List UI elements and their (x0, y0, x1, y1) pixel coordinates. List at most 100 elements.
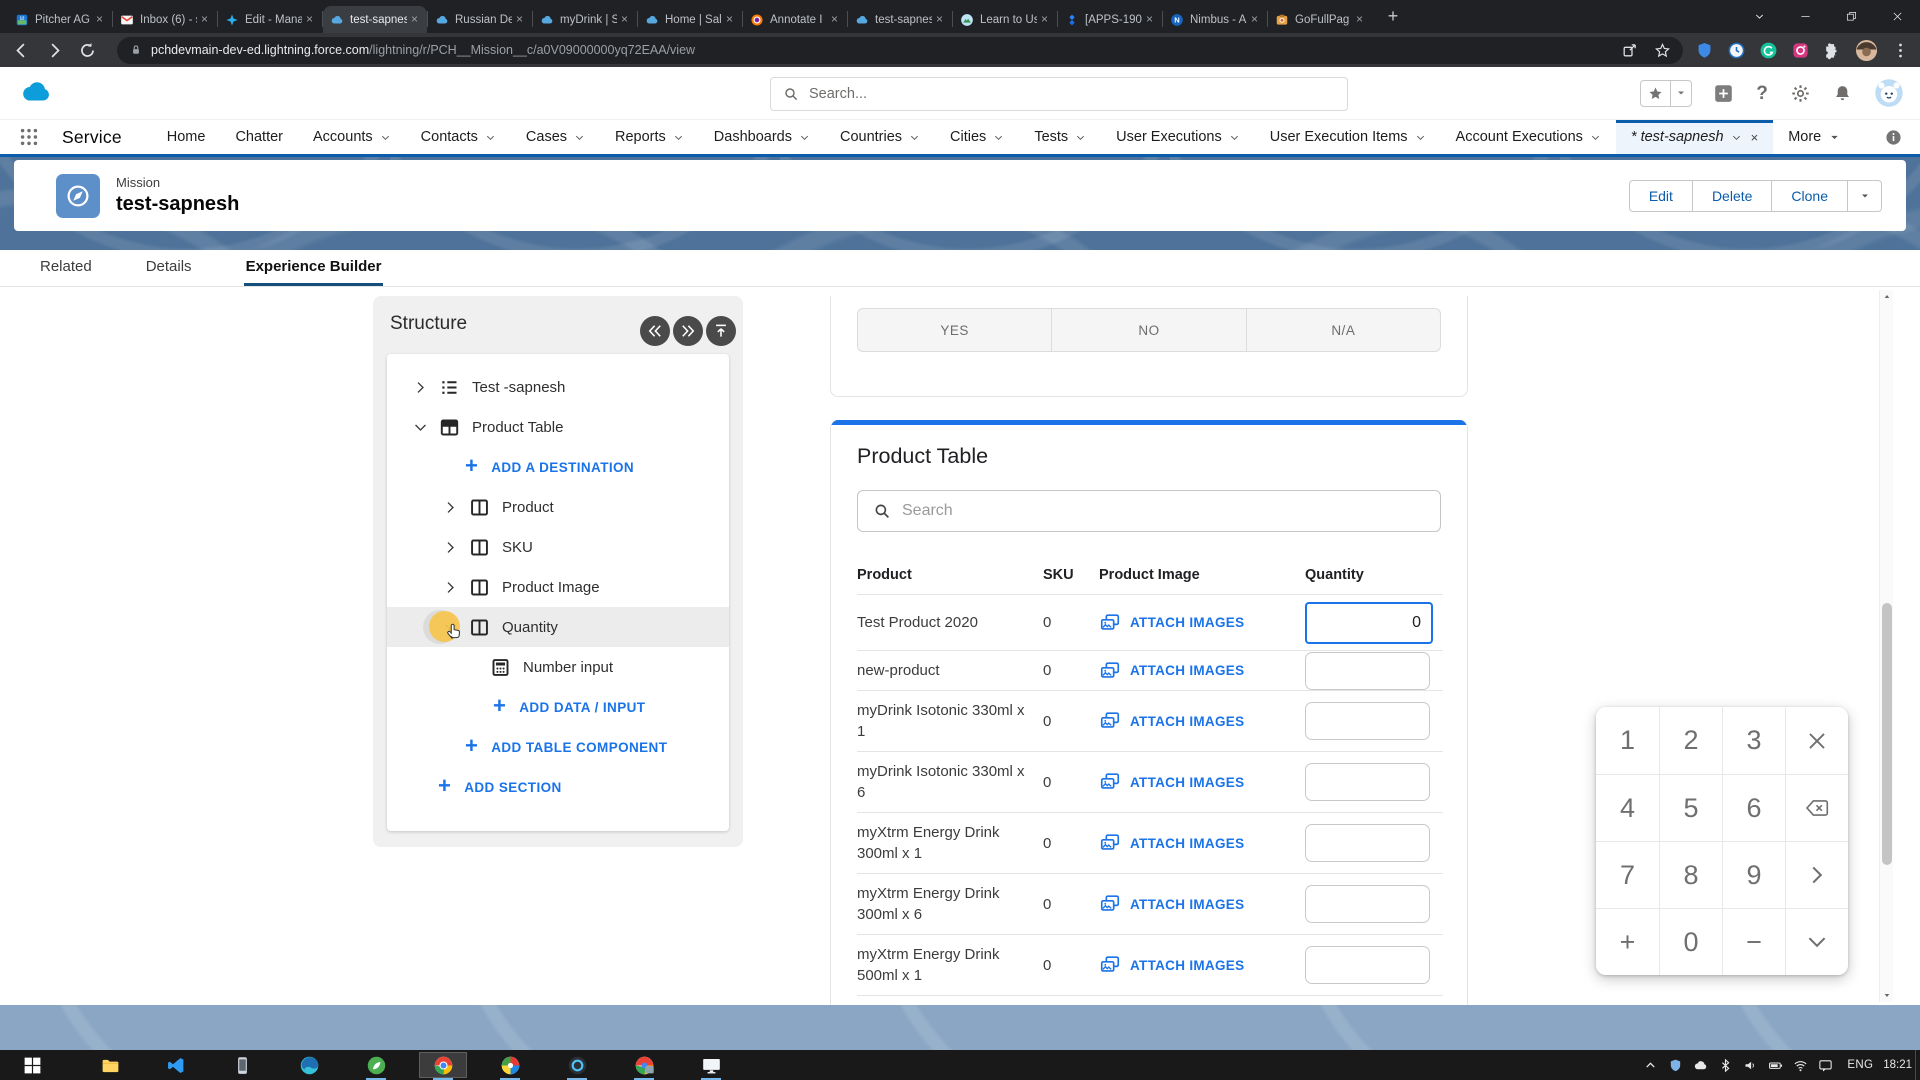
nav-item[interactable]: Reports (600, 120, 699, 154)
taskbar-greenapp-icon[interactable] (352, 1052, 400, 1078)
new-tab-button[interactable]: + (1381, 5, 1405, 29)
puzzle-extension-icon[interactable] (1823, 41, 1842, 60)
tab-experience-builder[interactable]: Experience Builder (244, 250, 384, 286)
nav-item[interactable]: Countries (825, 120, 935, 154)
keypad-key-0[interactable]: 0 (1659, 908, 1722, 975)
taskbar-browser2-icon[interactable] (620, 1052, 668, 1078)
show-desktop-button[interactable] (1915, 1050, 1920, 1080)
keypad-key-9[interactable]: 9 (1722, 841, 1785, 908)
product-search-input[interactable] (902, 502, 1425, 520)
tree-node-test-sapnesh[interactable]: Test -sapnesh (387, 367, 729, 407)
chevron-down-icon[interactable] (673, 132, 684, 143)
tree-node-number-input[interactable]: Number input (387, 647, 729, 687)
browser-tab[interactable]: Russian De × (428, 6, 532, 33)
nav-item-active-record[interactable]: * test-sapnesh × (1616, 120, 1773, 154)
keypad-key-3[interactable]: 3 (1722, 707, 1785, 774)
browser-tab[interactable]: test-sapnes × (848, 6, 952, 33)
link-add-a-destination[interactable]: +ADD A DESTINATION (387, 447, 729, 487)
keypad-key-5[interactable]: 5 (1659, 774, 1722, 841)
keypad-key-8[interactable]: 8 (1659, 841, 1722, 908)
tab-close-icon[interactable]: × (197, 12, 212, 27)
taskbar-chrome-icon[interactable] (419, 1052, 467, 1078)
nav-more-menu[interactable]: More (1773, 120, 1856, 154)
browser-tab[interactable]: Home | Sal × (638, 6, 742, 33)
tray-chat-icon[interactable] (1818, 1058, 1833, 1073)
tray-shield-icon[interactable] (1668, 1058, 1683, 1073)
quantity-input[interactable] (1305, 602, 1433, 644)
nav-item[interactable]: User Execution Items (1255, 120, 1441, 154)
link-add-section[interactable]: +ADD SECTION (387, 767, 729, 807)
keypad-key-chevr[interactable] (1785, 841, 1848, 908)
scroll-up-arrow-icon[interactable] (1880, 290, 1894, 304)
tab-close-icon[interactable]: × (617, 12, 632, 27)
nav-item[interactable]: Home (152, 120, 221, 154)
chevron-down-icon[interactable] (993, 132, 1004, 143)
tab-details[interactable]: Details (144, 250, 194, 286)
scroll-to-top-button[interactable] (706, 316, 736, 346)
share-icon[interactable] (1621, 42, 1638, 59)
setup-gear-icon[interactable] (1790, 83, 1811, 104)
tab-close-icon[interactable]: × (512, 12, 527, 27)
taskbar-edge-icon[interactable] (285, 1052, 333, 1078)
edit-button[interactable]: Edit (1629, 180, 1693, 212)
global-search[interactable] (770, 77, 1348, 111)
caret-down-icon[interactable] (1828, 131, 1841, 144)
chevron-down-icon[interactable] (1415, 132, 1426, 143)
tray-cloud-icon[interactable] (1693, 1058, 1708, 1073)
bitwarden-extension-icon[interactable] (1695, 41, 1714, 60)
tree-node-product[interactable]: Product (387, 487, 729, 527)
nav-item[interactable]: Accounts (298, 120, 406, 154)
nav-item[interactable]: User Executions (1101, 120, 1255, 154)
browser-tab[interactable]: N Nimbus - A × (1163, 6, 1267, 33)
tree-node-product-table[interactable]: Product Table (387, 407, 729, 447)
tab-close-icon[interactable]: × (407, 12, 422, 27)
avatar-extension-icon[interactable] (1855, 39, 1878, 62)
favorites-button[interactable] (1640, 80, 1692, 107)
language-indicator[interactable]: ENG (1847, 1059, 1873, 1071)
nav-item[interactable]: Cities (935, 120, 1019, 154)
option-na[interactable]: N/A (1247, 308, 1441, 352)
tree-node-product-image[interactable]: Product Image (387, 567, 729, 607)
tree-node-quantity[interactable]: Quantity (387, 607, 729, 647)
tab-close-icon[interactable]: × (722, 12, 737, 27)
product-search-box[interactable] (857, 490, 1441, 532)
tab-search-chevron-icon[interactable] (1736, 0, 1782, 33)
tray-vol-icon[interactable] (1743, 1058, 1758, 1073)
keypad-key-1[interactable]: 1 (1596, 707, 1659, 774)
option-yes[interactable]: YES (857, 308, 1052, 352)
browser-tab[interactable]: Inbox (6) - s × (113, 6, 217, 33)
tree-node-sku[interactable]: SKU (387, 527, 729, 567)
attach-images-button[interactable]: ATTACH IMAGES (1099, 771, 1305, 793)
taskbar-start-icon[interactable] (8, 1052, 56, 1078)
tray-chevup-icon[interactable] (1643, 1058, 1658, 1073)
tray-bt-icon[interactable] (1718, 1058, 1733, 1073)
expand-right-button[interactable] (673, 316, 703, 346)
kebab-extension-icon[interactable] (1891, 41, 1910, 60)
insta-extension-icon[interactable] (1791, 41, 1810, 60)
quantity-input[interactable] (1305, 702, 1430, 740)
nav-item[interactable]: Tests (1019, 120, 1101, 154)
chevron-right-icon[interactable] (442, 579, 459, 596)
taskbar-ringapp-icon[interactable] (553, 1052, 601, 1078)
nav-item[interactable]: Cases (511, 120, 600, 154)
keypad-key-chevd[interactable] (1785, 908, 1848, 975)
option-no[interactable]: NO (1052, 308, 1246, 352)
tab-close-icon[interactable]: × (1352, 12, 1367, 27)
reload-icon[interactable] (78, 41, 97, 60)
tab-related[interactable]: Related (38, 250, 94, 286)
favorites-caret-icon[interactable] (1671, 81, 1691, 106)
taskbar-explorer-icon[interactable] (86, 1052, 134, 1078)
user-avatar[interactable] (1874, 78, 1904, 108)
back-icon[interactable] (12, 41, 31, 60)
keypad-key-−[interactable]: − (1722, 908, 1785, 975)
link-add-data-input[interactable]: +ADD DATA / INPUT (387, 687, 729, 727)
browser-tab[interactable]: 12 Pitcher AG - × (8, 6, 112, 33)
attach-images-button[interactable]: ATTACH IMAGES (1099, 710, 1305, 732)
browser-tab[interactable]: Annotate I × (743, 6, 847, 33)
link-add-table-component[interactable]: +ADD TABLE COMPONENT (387, 727, 729, 767)
close-icon[interactable]: × (1751, 130, 1759, 145)
chevron-down-icon[interactable] (909, 132, 920, 143)
nav-item[interactable]: Chatter (220, 120, 298, 154)
clocklock-extension-icon[interactable] (1727, 41, 1746, 60)
attach-images-button[interactable]: ATTACH IMAGES (1099, 893, 1305, 915)
